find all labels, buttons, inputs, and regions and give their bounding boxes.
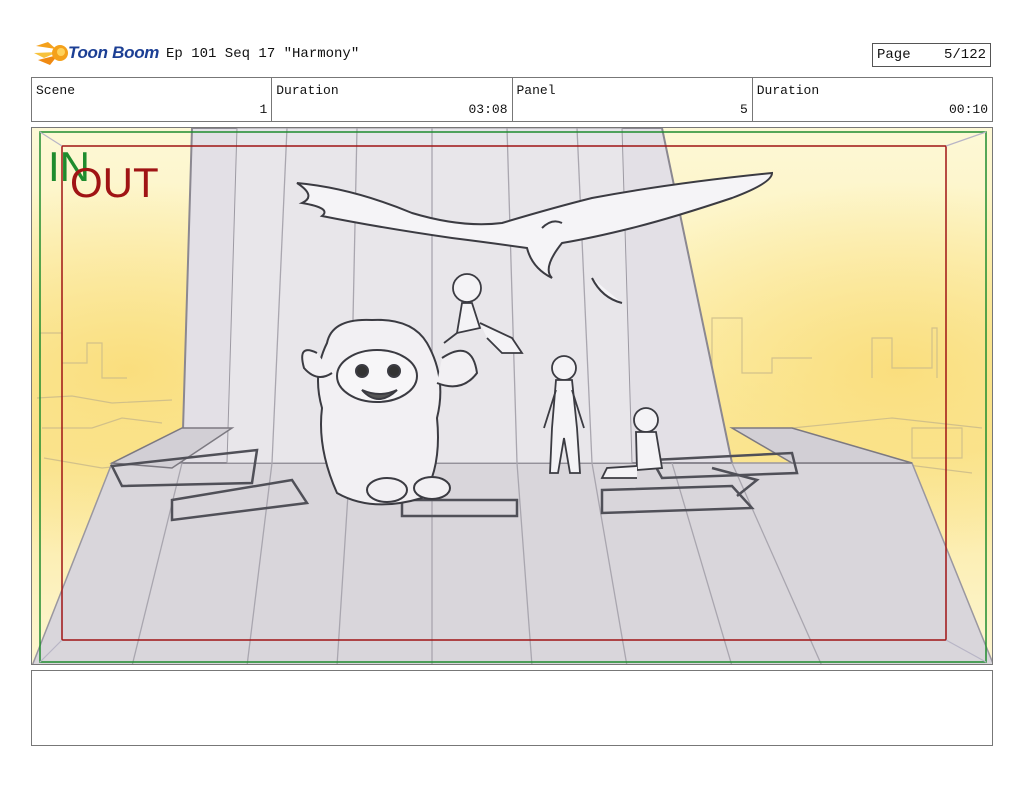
storyboard-panel[interactable]: IN OUT [31, 127, 993, 665]
panel-cell: Panel 5 [513, 78, 753, 121]
scene-duration-label: Duration [276, 83, 339, 98]
page-number: 5/122 [943, 47, 986, 63]
panel-notes-field[interactable] [31, 670, 993, 746]
scene-cell: Scene 1 [32, 78, 273, 121]
panel-duration-value: 00:10 [948, 102, 988, 117]
page-label: Page [877, 47, 911, 63]
scene-duration-cell: Duration 03:08 [272, 78, 513, 121]
panel-duration-label: Duration [756, 83, 820, 98]
logo-text: Toon Boom [68, 43, 160, 62]
panel-label: Panel [516, 83, 556, 98]
out-frame-label: OUT [70, 159, 159, 206]
scene-value: 1 [259, 102, 268, 117]
panel-value: 5 [739, 102, 748, 117]
panel-duration-cell: Duration 00:10 [753, 78, 992, 121]
storyboard-title: Ep 101 Seq 17 "Harmony" [166, 46, 360, 62]
panel-info-row: Scene 1 Duration 03:08 Panel 5 Duration … [31, 77, 993, 122]
page-indicator: Page 5/122 [872, 43, 991, 67]
scene-label: Scene [36, 83, 76, 98]
scene-duration-value: 03:08 [468, 102, 508, 117]
panel-sketch [32, 128, 992, 664]
